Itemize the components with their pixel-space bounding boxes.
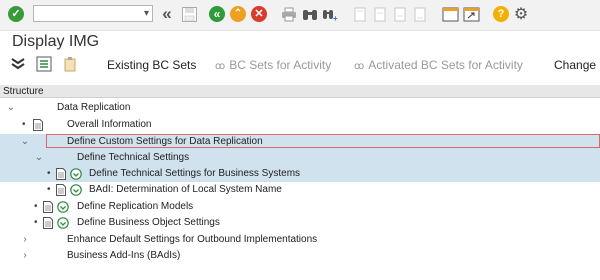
last-page-icon [414,7,426,21]
first-page-button[interactable] [350,4,370,24]
tree-node-technical-settings-business-systems[interactable]: • Define Technical Settings for Business… [0,166,600,182]
structure-header: Structure [0,85,600,98]
bullet-icon: • [47,184,51,195]
printer-icon [282,7,296,21]
tree-node-overall-information[interactable]: • Overall Information [0,117,600,133]
save-icon [181,6,197,22]
tree-node-business-add-ins[interactable]: › Business Add-Ins (BAdIs) [0,248,600,264]
back-button[interactable]: « [207,4,227,24]
clipboard-icon [64,57,76,72]
next-page-icon [394,7,406,21]
tree-node-badi-local-system-name[interactable]: • BAdI: Determination of Local System Na… [0,182,600,198]
last-page-button[interactable] [410,4,430,24]
checkmark-icon: ✓ [8,6,24,22]
collapse-command-field-button[interactable]: « [157,4,177,24]
generate-shortcut-button[interactable] [461,4,481,24]
change-log-button[interactable]: Change L [554,58,600,72]
tree-node-label: Define Replication Models [77,201,194,212]
execute-icon[interactable] [70,184,82,196]
svg-text:+: + [333,14,338,22]
command-input[interactable] [34,8,140,24]
new-window-icon [442,7,458,21]
tree-node-label: Enhance Default Settings for Outbound Im… [67,234,318,245]
first-page-icon [354,7,366,21]
tree-node-label: Define Custom Settings for Data Replicat… [67,136,263,147]
tree-node-define-business-object-settings[interactable]: • Define Business Object Settings [0,215,600,231]
exit-button[interactable]: ⌃ [228,4,248,24]
bullet-icon: • [34,201,38,212]
double-chevron-down-icon [11,58,25,70]
documentation-icon[interactable] [43,201,53,213]
activated-bc-sets-button[interactable]: ꝏ Activated BC Sets for Activity [354,58,523,72]
documentation-icon[interactable] [56,168,66,180]
tree-node-define-technical-settings[interactable]: ⌄ Define Technical Settings [0,150,600,166]
where-used-button[interactable] [36,56,52,72]
find-next-button[interactable]: + [320,4,340,24]
application-toolbar: Existing BC Sets ꝏ BC Sets for Activity ꝏ… [0,52,600,76]
documentation-icon[interactable] [33,119,43,131]
bc-sets-for-activity-label: BC Sets for Activity [229,58,332,72]
hierarchy-icon [36,56,52,72]
command-field[interactable]: ▾ [33,5,153,24]
glasses-icon: ꝏ [215,61,226,72]
double-chevron-left-icon: « [162,4,172,23]
activated-bc-sets-label: Activated BC Sets for Activity [368,58,523,72]
execute-icon[interactable] [70,168,82,180]
execute-icon[interactable] [57,217,69,229]
documentation-icon[interactable] [56,184,66,196]
chevron-right-icon[interactable]: › [20,232,30,248]
tree-node-data-replication[interactable]: ⌄ Data Replication [0,100,600,116]
bullet-icon: • [22,119,26,130]
tree-node-define-replication-models[interactable]: • Define Replication Models [0,199,600,215]
find-button[interactable] [300,4,320,24]
chevron-right-icon[interactable]: › [20,248,30,264]
tree-node-enhance-default-settings[interactable]: › Enhance Default Settings for Outbound … [0,232,600,248]
tree-node-label: Define Technical Settings [77,152,190,163]
back-icon: « [209,6,225,22]
cancel-button[interactable]: ✕ [249,4,269,24]
enter-button[interactable]: ✓ [6,4,26,24]
binoculars-plus-icon: + [323,9,338,22]
chevron-down-icon[interactable]: ⌄ [6,100,16,116]
gear-icon: ⚙ [513,6,529,23]
tree-node-label: Define Technical Settings for Business S… [89,168,301,179]
exit-icon: ⌃ [230,6,246,22]
previous-page-icon [374,7,386,21]
create-session-button[interactable] [440,4,460,24]
cancel-icon: ✕ [251,6,267,22]
shortcut-icon [463,7,479,21]
execute-icon[interactable] [57,201,69,213]
previous-page-button[interactable] [370,4,390,24]
tree-node-define-custom-settings[interactable]: ⌄ Define Custom Settings for Data Replic… [0,134,600,150]
help-icon: ? [493,6,509,22]
page-title: Display IMG [12,33,100,50]
existing-bc-sets-button[interactable]: Existing BC Sets [107,58,196,72]
chevron-down-icon[interactable]: ⌄ [34,150,44,166]
chevron-down-icon[interactable]: ⌄ [20,134,30,150]
expand-all-button[interactable] [10,57,26,71]
system-toolbar: ✓ ▾ « « ⌃ ✕ + ? ⚙ [0,0,600,31]
bullet-icon: • [47,168,51,179]
save-button[interactable] [179,4,199,24]
bc-sets-for-activity-button[interactable]: ꝏ BC Sets for Activity [215,58,331,72]
help-button[interactable]: ? [491,4,511,24]
customize-layout-button[interactable]: ⚙ [511,4,531,24]
bullet-icon: • [34,217,38,228]
documentation-icon[interactable] [43,217,53,229]
tree-node-label: Define Business Object Settings [77,217,220,228]
tree-node-label: Business Add-Ins (BAdIs) [67,250,181,261]
tree-node-label: Overall Information [67,119,152,130]
chevron-down-icon[interactable]: ▾ [144,8,149,19]
clipboard-button[interactable] [62,56,78,72]
tree-node-label: BAdI: Determination of Local System Name [89,184,282,195]
next-page-button[interactable] [390,4,410,24]
print-button[interactable] [279,4,299,24]
tree-node-label: Data Replication [57,102,131,113]
binoculars-icon [303,9,317,20]
glasses-icon: ꝏ [354,61,365,72]
